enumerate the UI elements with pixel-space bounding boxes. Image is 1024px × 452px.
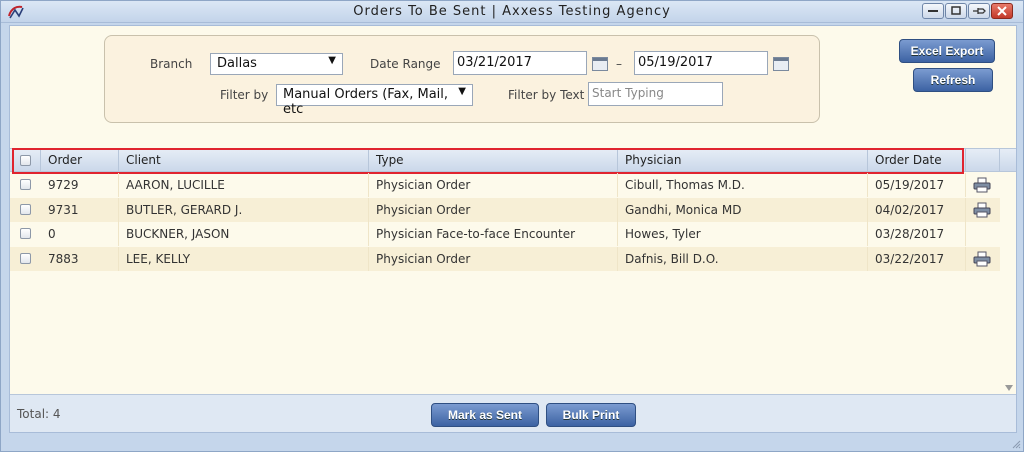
date-from-input[interactable]: 03/21/2017	[453, 51, 587, 75]
excel-export-button[interactable]: Excel Export	[899, 39, 995, 63]
minimize-icon	[928, 10, 938, 12]
order-date-cell: 04/02/2017	[868, 197, 966, 222]
refresh-button[interactable]: Refresh	[913, 68, 993, 92]
physician-cell: Howes, Tyler	[618, 222, 868, 246]
order-date-cell: 05/19/2017	[868, 173, 966, 197]
filter-text-label: Filter by Text	[508, 88, 585, 102]
bulk-print-button[interactable]: Bulk Print	[546, 403, 636, 427]
branch-label: Branch	[150, 57, 193, 71]
resize-grip-icon[interactable]	[1011, 439, 1021, 449]
orders-window: Orders To Be Sent | Axxess Testing Agenc…	[0, 0, 1024, 452]
branch-select[interactable]: Dallas ▼	[210, 53, 343, 75]
order-cell: 7883	[41, 246, 119, 271]
filter-by-select[interactable]: Manual Orders (Fax, Mail, etc ▼	[276, 84, 473, 117]
main-content: Branch Dallas ▼ Date Range 03/21/2017 – …	[9, 25, 1017, 433]
filter-text-input[interactable]: Start Typing	[588, 82, 723, 106]
close-icon	[997, 6, 1007, 16]
close-button[interactable]	[991, 3, 1013, 19]
column-header-actions	[966, 149, 1000, 172]
order-date-cell: 03/22/2017	[868, 246, 966, 271]
print-icon[interactable]	[973, 202, 991, 218]
minimize-button[interactable]	[922, 3, 944, 19]
print-icon[interactable]	[973, 177, 991, 193]
scrollbar[interactable]	[1002, 173, 1016, 395]
header-highlight-box	[12, 148, 964, 174]
order-cell: 0	[41, 222, 119, 246]
total-count: Total: 4	[17, 407, 61, 421]
dropdown-arrow-icon: ▼	[328, 55, 336, 66]
order-cell: 9731	[41, 197, 119, 222]
table-row[interactable]: 9729 AARON, LUCILLE Physician Order Cibull,…	[10, 173, 1000, 197]
title-bar[interactable]: Orders To Be Sent | Axxess Testing Agenc…	[1, 1, 1023, 23]
table-row[interactable]: 7883 LEE, KELLY Physician Order Dafnis, Bil…	[10, 246, 1000, 271]
date-range-label: Date Range	[370, 57, 441, 71]
row-checkbox[interactable]	[20, 179, 31, 190]
type-cell: Physician Order	[369, 197, 618, 222]
order-cell: 9729	[41, 173, 119, 197]
mark-as-sent-button[interactable]: Mark as Sent	[431, 403, 539, 427]
scroll-down-icon	[1005, 385, 1013, 391]
print-icon[interactable]	[973, 251, 991, 267]
filter-by-label: Filter by	[220, 88, 269, 102]
physician-cell: Gandhi, Monica MD	[618, 197, 868, 222]
window-title: Orders To Be Sent | Axxess Testing Agenc…	[353, 4, 671, 19]
calendar-icon[interactable]	[592, 57, 608, 71]
pin-icon	[973, 8, 986, 14]
client-cell: BUCKNER, JASON	[119, 222, 369, 246]
row-checkbox[interactable]	[20, 252, 31, 264]
row-checkbox[interactable]	[20, 203, 31, 215]
client-cell: LEE, KELLY	[119, 246, 369, 271]
order-date-cell: 03/28/2017	[868, 222, 966, 246]
maximize-button[interactable]	[945, 3, 967, 19]
pin-button[interactable]	[968, 3, 990, 19]
client-cell: AARON, LUCILLE	[119, 173, 369, 197]
branch-value: Dallas	[217, 56, 257, 71]
row-checkbox[interactable]	[20, 228, 31, 239]
filter-by-value: Manual Orders (Fax, Mail, etc	[283, 87, 449, 117]
physician-cell: Dafnis, Bill D.O.	[618, 246, 868, 271]
date-to-input[interactable]: 05/19/2017	[634, 51, 768, 75]
calendar-icon[interactable]	[773, 57, 789, 71]
date-separator: –	[616, 57, 622, 71]
type-cell: Physician Order	[369, 246, 618, 271]
type-cell: Physician Face-to-face Encounter	[369, 222, 618, 246]
maximize-icon	[951, 6, 961, 15]
footer-bar: Total: 4 Mark as Sent Bulk Print	[10, 394, 1016, 432]
table-row[interactable]: 0 BUCKNER, JASON Physician Face-to-face En…	[10, 222, 1000, 246]
client-cell: BUTLER, GERARD J.	[119, 197, 369, 222]
table-row[interactable]: 9731 BUTLER, GERARD J. Physician Order Gand…	[10, 197, 1000, 222]
dropdown-arrow-icon: ▼	[458, 86, 466, 97]
physician-cell: Cibull, Thomas M.D.	[618, 173, 868, 197]
type-cell: Physician Order	[369, 173, 618, 197]
filter-panel: Branch Dallas ▼ Date Range 03/21/2017 – …	[104, 35, 820, 123]
